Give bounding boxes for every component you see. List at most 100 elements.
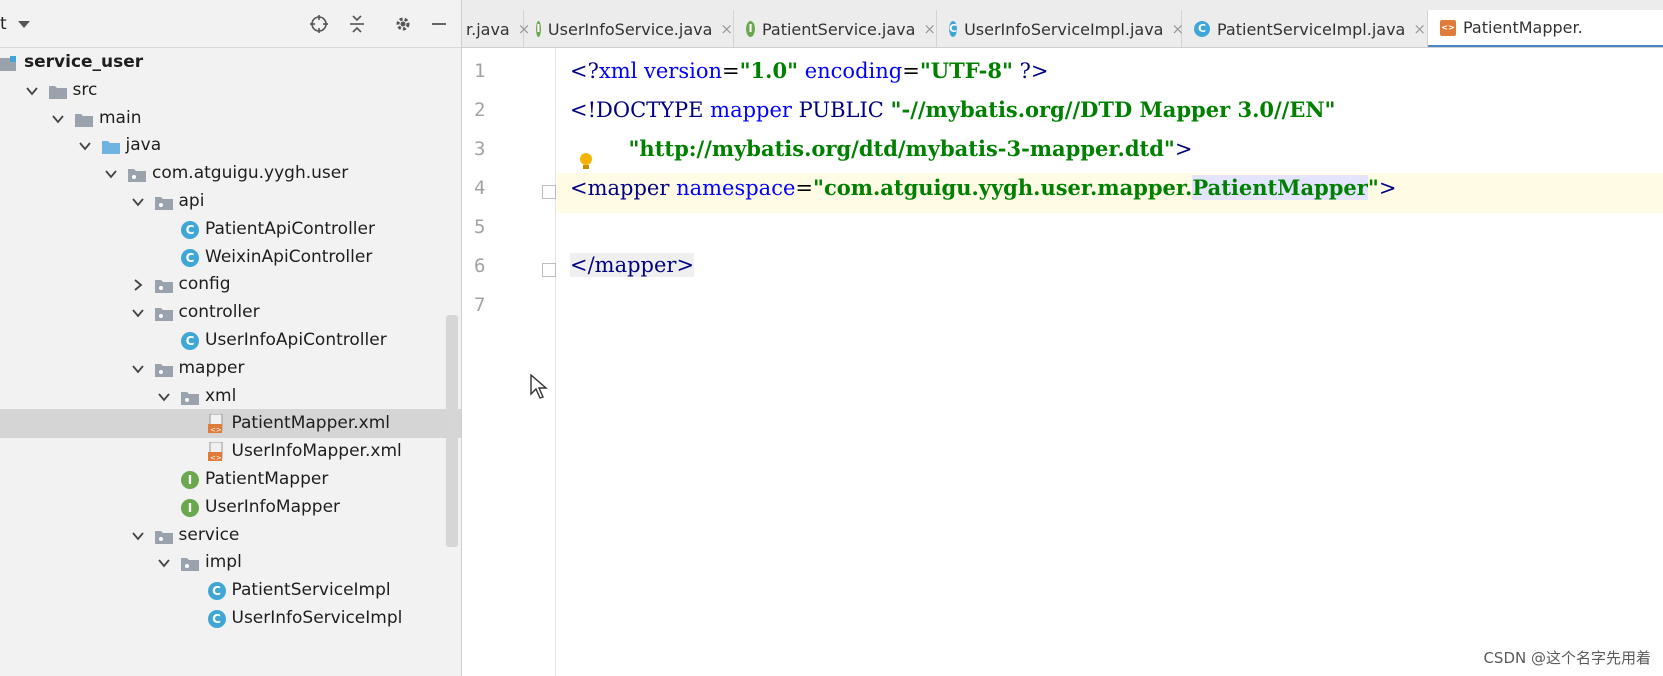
tree-item-service[interactable]: service [0,521,461,550]
chevron-down-icon[interactable] [131,529,145,543]
class-icon: C [1194,21,1210,37]
svg-text:<>: <> [210,454,222,462]
view-dropdown-icon[interactable] [18,21,30,28]
class-icon: C [181,248,199,267]
project-panel: t service_user src main java com.atguigu.yyg… [0,0,462,676]
tab-label: UserInfoService.java [547,19,713,39]
fold-marker-icon[interactable] [542,185,556,199]
code-line-3: "http://mybatis.org/dtd/mybatis-3-mapper… [570,136,1193,161]
chevron-down-icon[interactable] [104,167,118,181]
tab-label: PatientService.java [761,19,916,39]
tab-userinfoservice-java[interactable]: I UserInfoService.java × [524,10,734,47]
module-icon [0,56,18,71]
chevron-down-icon[interactable] [78,139,92,153]
locate-icon[interactable] [308,14,330,36]
tree-item-api[interactable]: api [0,187,461,216]
tab-patientmapper[interactable]: <> PatientMapper. [1428,10,1663,47]
tree-item-src[interactable]: src [0,76,461,105]
close-icon[interactable]: × [720,20,733,38]
tree-item-label: UserInfoMapper [205,496,341,517]
tree-item-label: src [72,79,98,100]
tree-item-label: mapper [178,357,245,378]
tree-item-label: UserInfoMapper.xml [231,441,402,462]
tree-item-weixinapicontroller[interactable]: C WeixinApiController [0,243,461,272]
interface-icon: I [181,471,199,489]
gear-icon[interactable] [392,14,414,36]
mouse-cursor-icon [530,373,548,400]
code-line-2: <!DOCTYPE mapper PUBLIC "-//mybatis.org/… [570,97,1336,122]
tree-scrollbar[interactable] [446,315,458,547]
package-icon [181,556,199,572]
source-folder-icon [101,139,120,155]
interface-icon: I [746,21,755,37]
package-icon [181,390,199,405]
close-icon[interactable]: × [923,20,936,38]
chevron-down-icon[interactable] [51,112,65,126]
tree-item-label: com.atguigu.yygh.user [152,163,349,184]
class-icon: C [181,332,199,350]
tree-item-config[interactable]: config [0,270,461,299]
tree-item-main[interactable]: main [0,104,461,133]
chevron-down-icon[interactable] [131,306,145,320]
tree-item-label: UserInfoServiceImpl [231,608,403,628]
interface-icon: I [181,498,199,517]
tree-item-label: UserInfoApiController [205,330,387,350]
chevron-down-icon[interactable] [25,84,39,98]
tree-item-xml[interactable]: xml [0,382,461,411]
chevron-down-icon[interactable] [131,362,145,376]
tree-item-userinfoserviceimpl[interactable]: C UserInfoServiceImpl [0,604,461,633]
class-icon: C [949,21,958,37]
line-number: 3 [474,138,486,160]
tree-item-service-user[interactable]: service_user [0,48,461,77]
tree-item-controller[interactable]: controller [0,298,461,327]
fold-marker-icon[interactable] [542,263,556,277]
gutter-divider [555,48,556,676]
chevron-down-icon[interactable] [157,556,171,570]
close-icon[interactable]: × [1413,20,1426,38]
project-toolbar: t [0,0,461,48]
tree-item-patientserviceimpl[interactable]: C PatientServiceImpl [0,576,461,605]
hide-panel-icon[interactable] [428,14,450,36]
line-number: 7 [474,294,486,316]
tree-item-label: java [125,135,162,156]
tree-item-userinfoapicontroller[interactable]: C UserInfoApiController [0,326,461,355]
tree-item-label: PatientServiceImpl [231,580,391,601]
tree-item-patientmapper[interactable]: I PatientMapper [0,465,461,494]
line-number: 4 [474,177,486,199]
chevron-down-icon[interactable] [157,390,171,404]
tree-item-mapper[interactable]: mapper [0,354,461,383]
chevron-down-icon[interactable] [131,195,145,209]
package-icon [154,278,173,294]
code-line-4: <mapper namespace="com.atguigu.yygh.user… [570,175,1397,200]
package-icon [154,195,173,210]
csdn-watermark: CSDN @这个名字先用着 [1483,649,1651,667]
folder-icon [75,112,93,127]
xml-file-icon: <> [1440,19,1456,36]
package-icon [128,167,146,183]
tree-item-label: config [178,274,231,295]
tab-patientserviceimpl-java[interactable]: C PatientServiceImpl.java × [1182,10,1428,47]
tree-item-userinfomapper-xml[interactable]: <> UserInfoMapper.xml [0,437,461,466]
svg-text:<>: <> [210,426,222,434]
xml-file-icon: <> [207,441,226,462]
tree-item-patientmapper-xml[interactable]: <> PatientMapper.xml [0,409,461,439]
tree-item-com-atguigu-yygh-user[interactable]: com.atguigu.yygh.user [0,159,461,188]
code-editor[interactable]: 1 2 3 4 5 6 7 <?xml version="1.0" encodi… [462,48,1663,676]
chevron-right-icon[interactable] [131,278,145,292]
tree-item-label: PatientMapper.xml [231,413,391,434]
tree-item-label: xml [205,385,237,406]
tree-item-java[interactable]: java [0,131,461,160]
tree-item-patientapicontroller[interactable]: C PatientApiController [0,215,461,244]
tab-patientservice-java[interactable]: I PatientService.java × [734,10,937,47]
class-icon: C [207,582,226,601]
tree-item-label: PatientApiController [205,218,375,239]
tab-r-java[interactable]: r.java × [462,10,530,47]
tree-item-label: PatientMapper [205,469,329,489]
tree-item-impl[interactable]: impl [0,548,461,577]
tree-item-userinfomapper[interactable]: I UserInfoMapper [0,493,461,522]
tree-item-label: WeixinApiController [205,246,373,267]
collapse-all-icon[interactable] [346,14,368,36]
tab-userinfoserviceimpl-java[interactable]: C UserInfoServiceImpl.java × [937,10,1184,47]
project-view-title[interactable]: t [0,14,7,34]
tab-label: UserInfoServiceImpl.java [964,19,1164,39]
